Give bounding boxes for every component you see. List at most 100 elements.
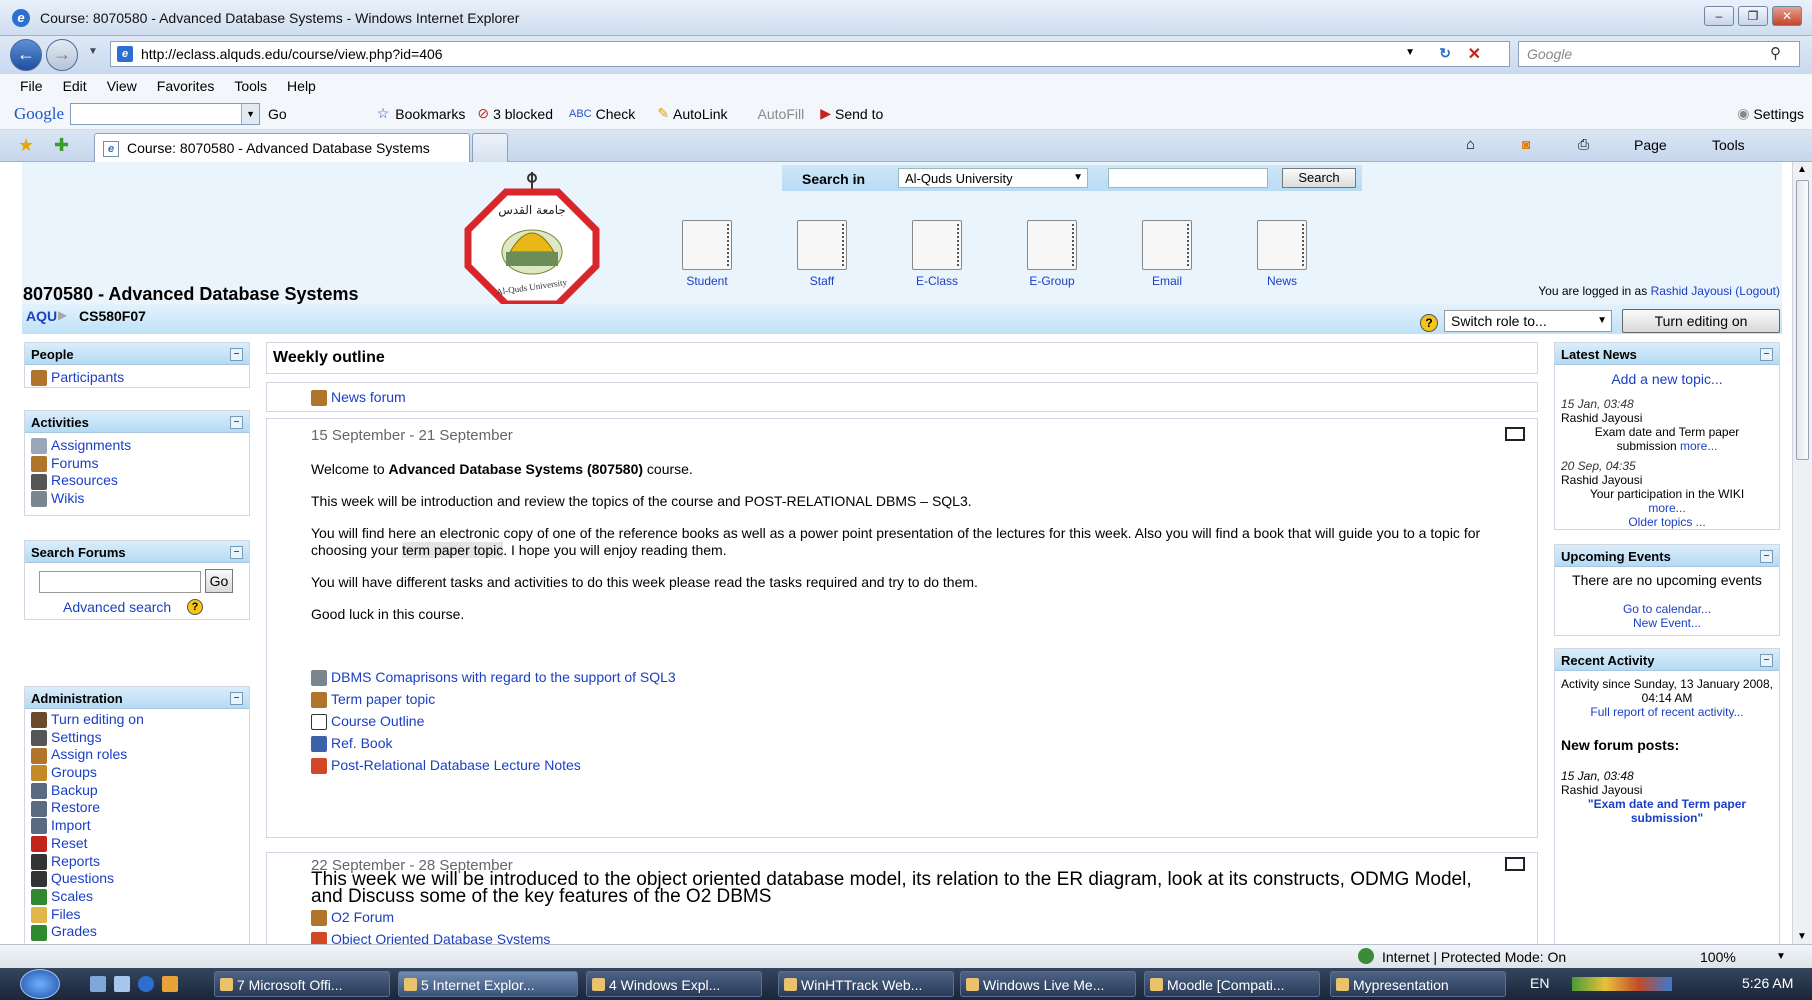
quicklaunch-icon[interactable] [114, 976, 130, 992]
full-report-link[interactable]: Full report of recent activity... [1555, 705, 1779, 719]
tab-course[interactable]: e Course: 8070580 - Advanced Database Sy… [94, 133, 470, 162]
activity-link[interactable]: O2 Forum [311, 909, 550, 931]
quicklaunch-ie-icon[interactable] [138, 976, 154, 992]
collapse-icon[interactable]: – [230, 348, 243, 361]
start-button[interactable] [20, 969, 60, 999]
menu-edit[interactable]: Edit [63, 78, 87, 94]
go-to-calendar-link[interactable]: Go to calendar... [1555, 602, 1779, 616]
nav-eclass[interactable]: E-Class [902, 220, 972, 288]
home-icon[interactable]: ⌂ [1466, 136, 1475, 153]
collapse-icon[interactable]: – [230, 416, 243, 429]
activity-link[interactable]: Course Outline [311, 713, 676, 735]
activity-link[interactable]: Post-Relational Database Lecture Notes [311, 757, 676, 779]
menu-favorites[interactable]: Favorites [157, 78, 215, 94]
recent-post-link[interactable]: "Exam date and Term paper submission" [1561, 797, 1773, 825]
activity-link[interactable]: DBMS Comaprisons with regard to the supp… [311, 669, 676, 691]
new-event-link[interactable]: New Event... [1555, 616, 1779, 630]
sidebar-item-backup[interactable]: Backup [25, 782, 249, 800]
menu-help[interactable]: Help [287, 78, 316, 94]
forum-search-input[interactable] [39, 571, 201, 593]
forum-search-go-button[interactable]: Go [205, 569, 233, 593]
sidebar-item-groups[interactable]: Groups [25, 764, 249, 782]
older-topics-link[interactable]: Older topics ... [1555, 515, 1779, 529]
zoom-dropdown-icon[interactable]: ▼ [1776, 951, 1786, 962]
sidebar-item-participants[interactable]: Participants [25, 369, 249, 387]
feeds-icon[interactable]: ◙ [1522, 136, 1530, 152]
collapse-icon[interactable]: – [230, 692, 243, 705]
sidebar-item-reset[interactable]: Reset [25, 835, 249, 853]
taskbar-item[interactable]: 5 Internet Explor... [398, 971, 578, 997]
taskbar-item[interactable]: 7 Microsoft Offi... [214, 971, 390, 997]
activity-link[interactable]: Object Oriented Database Systems [311, 931, 550, 944]
page-menu[interactable]: Page [1634, 137, 1667, 153]
refresh-icon[interactable]: ↻ [1439, 45, 1451, 62]
nav-news[interactable]: News [1247, 220, 1317, 288]
autofill-button[interactable]: AutoFill [758, 106, 805, 122]
maximize-button[interactable]: ❐ [1738, 6, 1768, 26]
menu-tools[interactable]: Tools [234, 78, 267, 94]
breadcrumb-root[interactable]: AQU [26, 308, 57, 324]
language-indicator[interactable]: EN [1530, 975, 1549, 991]
sidebar-item-settings[interactable]: Settings [25, 729, 249, 747]
google-toolbar-input[interactable]: ▼ [70, 102, 261, 125]
sidebar-item-grades[interactable]: Grades [25, 923, 249, 941]
page-scrollbar[interactable]: ▲ ▼ [1792, 162, 1812, 944]
activity-link[interactable]: Ref. Book [311, 735, 676, 757]
stop-icon[interactable]: ✕ [1468, 44, 1481, 64]
taskbar-item[interactable]: Moodle [Compati... [1144, 971, 1320, 997]
help-icon[interactable]: ? [187, 599, 203, 615]
print-icon[interactable]: ⎙ [1578, 136, 1589, 153]
close-button[interactable]: ✕ [1772, 6, 1802, 26]
sidebar-item-files[interactable]: Files [25, 906, 249, 924]
autolink-button[interactable]: AutoLink [673, 106, 727, 122]
address-dropdown-icon[interactable]: ▼ [1405, 47, 1415, 58]
sendto-button[interactable]: Send to [835, 106, 883, 122]
collapse-icon[interactable]: – [1760, 348, 1773, 361]
news-forum-link[interactable]: News forum [311, 389, 406, 411]
add-new-topic-link[interactable]: Add a new topic... [1555, 371, 1779, 387]
add-favorites-icon[interactable]: ✚ [54, 135, 69, 156]
logout-link[interactable]: (Logout) [1735, 284, 1780, 298]
taskbar-item[interactable]: Mypresentation [1330, 971, 1506, 997]
search-scope-select[interactable]: Al-Quds University ▼ [898, 168, 1088, 188]
more-link[interactable]: more... [1680, 439, 1717, 453]
show-only-week-icon[interactable] [1505, 427, 1525, 441]
zoom-level[interactable]: 100% [1700, 949, 1736, 965]
history-dropdown-icon[interactable]: ▼ [88, 46, 98, 57]
nav-egroup[interactable]: E-Group [1017, 220, 1087, 288]
check-button[interactable]: Check [596, 106, 636, 122]
taskbar-item[interactable]: 4 Windows Expl... [586, 971, 762, 997]
advanced-search-link[interactable]: Advanced search [63, 599, 171, 615]
scroll-up-icon[interactable]: ▲ [1797, 164, 1807, 175]
help-icon[interactable]: ? [1420, 314, 1438, 332]
settings-button[interactable]: Settings [1753, 106, 1804, 122]
browser-search-input[interactable]: Google ⚲ [1518, 41, 1800, 67]
turn-editing-on-button[interactable]: Turn editing on [1622, 309, 1780, 333]
switch-role-select[interactable]: Switch role to... ▼ [1444, 310, 1612, 332]
minimize-button[interactable]: – [1704, 6, 1734, 26]
tools-menu[interactable]: Tools [1712, 137, 1745, 153]
site-search-input[interactable] [1108, 168, 1268, 188]
quicklaunch-icon[interactable] [162, 976, 178, 992]
sidebar-item-scales[interactable]: Scales [25, 888, 249, 906]
sidebar-item-forums[interactable]: Forums [25, 455, 249, 473]
quicklaunch-icon[interactable] [90, 976, 106, 992]
sidebar-item-questions[interactable]: Questions [25, 870, 249, 888]
sidebar-item-turn-editing[interactable]: Turn editing on [25, 711, 249, 729]
new-tab-button[interactable] [472, 133, 508, 162]
search-icon[interactable]: ⚲ [1770, 44, 1781, 62]
scroll-down-icon[interactable]: ▼ [1797, 931, 1807, 942]
sidebar-item-wikis[interactable]: Wikis [25, 490, 249, 508]
sidebar-item-import[interactable]: Import [25, 817, 249, 835]
address-bar[interactable]: e http://eclass.alquds.edu/course/view.p… [110, 41, 1510, 67]
show-only-week-icon[interactable] [1505, 857, 1525, 871]
collapse-icon[interactable]: – [1760, 550, 1773, 563]
collapse-icon[interactable]: – [230, 546, 243, 559]
bookmarks-button[interactable]: Bookmarks [395, 106, 465, 122]
menu-view[interactable]: View [107, 78, 137, 94]
google-go-button[interactable]: Go [268, 106, 287, 122]
user-link[interactable]: Rashid Jayousi [1651, 284, 1732, 298]
favorites-star-icon[interactable]: ★ [18, 135, 34, 156]
back-icon[interactable]: ← [10, 39, 42, 71]
site-search-button[interactable]: Search [1282, 168, 1356, 188]
